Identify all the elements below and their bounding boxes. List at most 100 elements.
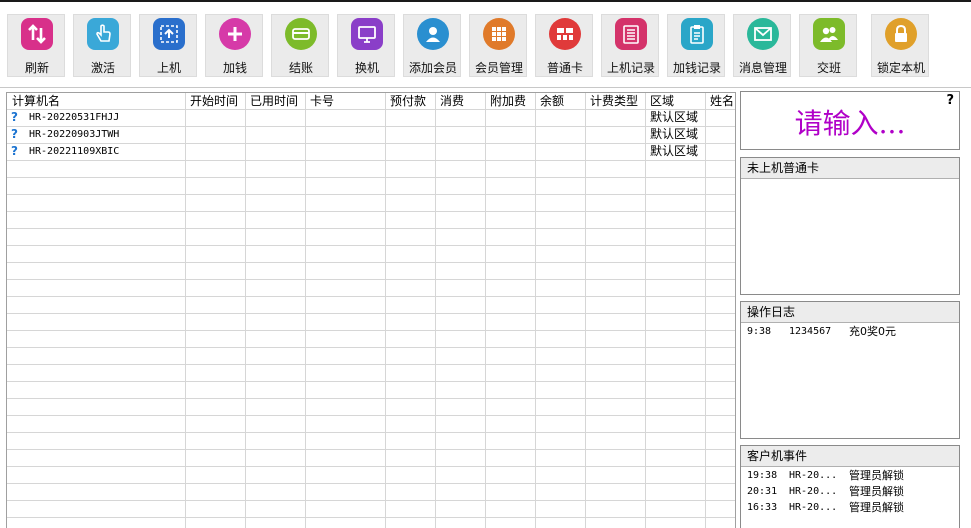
input-placeholder: 请输入...: [794, 107, 906, 140]
log-entry: 9:38 1234567 充0奖0元: [741, 324, 959, 340]
table-row[interactable]: ? HR-20221109XBIC 默认区域: [7, 143, 735, 160]
grid-row-line: [7, 126, 735, 127]
add-money-label: 加钱: [222, 61, 247, 75]
grid-row-line: [7, 296, 735, 297]
go-online-button[interactable]: 上机: [139, 14, 197, 77]
add-member-button[interactable]: 添加会员: [403, 14, 461, 77]
switch-machine-button[interactable]: 换机: [337, 14, 395, 77]
add-money-button[interactable]: 加钱: [205, 14, 263, 77]
refresh-button[interactable]: 刷新: [7, 14, 65, 77]
online-records-button[interactable]: 上机记录: [601, 14, 659, 77]
event-text: 管理员解锁: [849, 485, 904, 498]
member-management-label: 会员管理: [474, 61, 523, 75]
handover-button[interactable]: 交班: [799, 14, 857, 77]
user-add-icon: [417, 18, 449, 50]
event-time: 16:33: [747, 502, 778, 513]
event-time: 20:31: [747, 486, 778, 497]
event-machine: HR-20...: [789, 470, 838, 481]
event-entry: 16:33 HR-20... 管理员解锁: [741, 500, 959, 516]
zone-cell: 默认区域: [650, 110, 699, 124]
unknown-status-icon: ?: [11, 127, 18, 141]
grid-row-line: [7, 279, 735, 280]
event-text: 管理员解锁: [849, 501, 904, 514]
add-money-records-button[interactable]: 加钱记录: [667, 14, 725, 77]
refresh-label: 刷新: [24, 61, 49, 75]
offline-cards-panel[interactable]: 未上机普通卡: [740, 157, 960, 295]
go-online-label: 上机: [156, 61, 181, 75]
main-toolbar: 刷新 激活 上机 加钱 结账 换机 添加会员 会员管理 普通卡 上机记录 加钱记…: [0, 2, 971, 88]
plus-icon: [219, 18, 251, 50]
activate-button[interactable]: 激活: [73, 14, 131, 77]
normal-card-button[interactable]: 普通卡: [535, 14, 593, 77]
card-checkout-icon: [285, 18, 317, 50]
column-header-extra-fee[interactable]: 附加费: [485, 93, 535, 109]
grid-row-line: [7, 177, 735, 178]
grid-row-line: [7, 364, 735, 365]
column-header-billing-type[interactable]: 计费类型: [585, 93, 645, 109]
offline-cards-title: 未上机普通卡: [741, 158, 959, 179]
computer-name-cell: HR-20220903JTWH: [29, 129, 120, 140]
grid-row-line: [7, 109, 735, 110]
grid-row-line: [7, 313, 735, 314]
event-entry: 19:38 HR-20... 管理员解锁: [741, 468, 959, 484]
grid-row-line: [7, 228, 735, 229]
handover-label: 交班: [816, 61, 841, 75]
table-row[interactable]: ? HR-20220903JTWH 默认区域: [7, 126, 735, 143]
users-handover-icon: [813, 18, 845, 50]
zone-cell: 默认区域: [650, 127, 699, 141]
column-header-computer-name[interactable]: 计算机名: [7, 93, 185, 109]
grid-row-line: [7, 211, 735, 212]
event-machine: HR-20...: [789, 486, 838, 497]
clipboard-icon: [681, 18, 713, 50]
checkout-button[interactable]: 结账: [271, 14, 329, 77]
log-text: 充0奖0元: [849, 325, 896, 338]
column-header-spend[interactable]: 消费: [435, 93, 485, 109]
client-events-title: 客户机事件: [741, 446, 959, 467]
column-header-start-time[interactable]: 开始时间: [185, 93, 245, 109]
column-header-name[interactable]: 姓名: [705, 93, 735, 109]
message-management-button[interactable]: 消息管理: [733, 14, 791, 77]
grid-row-line: [7, 381, 735, 382]
computer-name-cell: HR-20220531FHJJ: [29, 112, 120, 123]
column-header-card-number[interactable]: 卡号: [305, 93, 385, 109]
column-header-zone[interactable]: 区域: [645, 93, 705, 109]
event-text: 管理员解锁: [849, 469, 904, 482]
list-record-icon: [615, 18, 647, 50]
operation-log-title: 操作日志: [741, 302, 959, 323]
column-header-balance[interactable]: 余额: [535, 93, 585, 109]
log-id: 1234567: [789, 326, 832, 337]
add-money-records-label: 加钱记录: [672, 61, 721, 75]
column-header-used-time[interactable]: 已用时间: [245, 93, 305, 109]
unknown-status-icon: ?: [11, 144, 18, 158]
grid-icon: [483, 18, 515, 50]
activate-label: 激活: [90, 61, 115, 75]
hand-pointer-icon: [87, 18, 119, 50]
grid-row-line: [7, 466, 735, 467]
grid-row-line: [7, 347, 735, 348]
zone-cell: 默认区域: [650, 144, 699, 158]
card-input-box[interactable]: 请输入... ?: [740, 91, 960, 150]
grid-row-line: [7, 398, 735, 399]
column-header-prepay[interactable]: 预付款: [385, 93, 435, 109]
client-events-panel[interactable]: 客户机事件 19:38 HR-20... 管理员解锁 20:31 HR-20..…: [740, 445, 960, 528]
help-icon[interactable]: ?: [946, 93, 954, 108]
add-member-label: 添加会员: [408, 61, 457, 75]
machine-grid[interactable]: 计算机名 开始时间 已用时间 卡号 预付款 消费 附加费 余额 计费类型 区域 …: [6, 92, 736, 528]
checkout-label: 结账: [288, 61, 313, 75]
log-time: 9:38: [747, 326, 772, 337]
grid-row-line: [7, 449, 735, 450]
lock-machine-label: 锁定本机: [876, 61, 925, 75]
unknown-status-icon: ?: [11, 110, 18, 124]
table-row[interactable]: ? HR-20220531FHJJ 默认区域: [7, 109, 735, 126]
computer-name-cell: HR-20221109XBIC: [29, 146, 120, 157]
grid-row-line: [7, 262, 735, 263]
lock-icon: [885, 18, 917, 50]
grid-row-line: [7, 517, 735, 518]
event-time: 19:38: [747, 470, 778, 481]
operation-log-panel[interactable]: 操作日志 9:38 1234567 充0奖0元: [740, 301, 960, 439]
grid-row-line: [7, 500, 735, 501]
grid-row-line: [7, 245, 735, 246]
switch-machine-label: 换机: [354, 61, 379, 75]
member-management-button[interactable]: 会员管理: [469, 14, 527, 77]
lock-machine-button[interactable]: 锁定本机: [871, 14, 929, 77]
